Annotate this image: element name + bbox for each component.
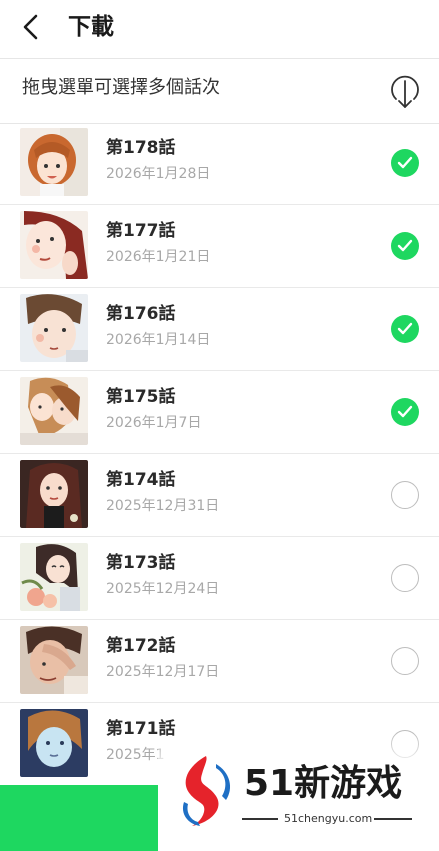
episode-row[interactable]: 第172話 2025年12月17日 xyxy=(0,620,439,703)
episode-row[interactable]: 第178話 2026年1月28日 xyxy=(0,122,439,205)
checkmark-icon xyxy=(397,156,413,169)
episode-row[interactable]: 第177話 2026年1月21日 xyxy=(0,205,439,288)
green-banner-block xyxy=(0,785,158,851)
watermark-divider xyxy=(374,818,412,820)
episode-thumbnail xyxy=(20,709,88,777)
episode-date: 2026年1月21日 xyxy=(106,249,211,265)
watermark-brand: 51新游戏 xyxy=(244,763,403,804)
episode-select-toggle[interactable] xyxy=(391,149,419,177)
download-button[interactable] xyxy=(388,71,422,111)
episode-select-toggle[interactable] xyxy=(391,564,419,592)
episode-date: 2025年1 xyxy=(106,747,165,763)
episode-list: 第178話 2026年1月28日 第177話 2026年1月21日 第176話 … xyxy=(0,122,439,785)
episode-date: 2025年12月31日 xyxy=(106,498,220,514)
episode-thumbnail xyxy=(20,626,88,694)
drag-select-hint: 拖曳選單可選擇多個話次 xyxy=(22,77,220,98)
episode-date: 2026年1月7日 xyxy=(106,415,202,431)
episode-row[interactable]: 第176話 2026年1月14日 xyxy=(0,288,439,371)
checkmark-icon xyxy=(397,239,413,252)
episode-date: 2026年1月28日 xyxy=(106,166,211,182)
episode-row[interactable]: 第175話 2026年1月7日 xyxy=(0,371,439,454)
checkmark-icon xyxy=(397,405,413,418)
page-title: 下載 xyxy=(68,14,114,40)
episode-title: 第178話 xyxy=(106,138,176,158)
watermark-logo-icon xyxy=(182,756,231,826)
episode-title: 第172話 xyxy=(106,636,176,656)
episode-thumbnail xyxy=(20,211,88,279)
episode-row[interactable]: 第174話 2025年12月31日 xyxy=(0,454,439,537)
site-watermark: 51新游戏 51chengyu.com xyxy=(176,752,426,832)
episode-title: 第175話 xyxy=(106,387,176,407)
episode-thumbnail xyxy=(20,543,88,611)
episode-thumbnail xyxy=(20,377,88,445)
top-bar: 下載 xyxy=(0,0,439,58)
episode-thumbnail xyxy=(20,128,88,196)
episode-date: 2025年12月24日 xyxy=(106,581,220,597)
chevron-left-icon xyxy=(23,14,38,40)
episode-thumbnail xyxy=(20,460,88,528)
episode-select-toggle[interactable] xyxy=(391,315,419,343)
checkmark-icon xyxy=(397,322,413,335)
watermark-url: 51chengyu.com xyxy=(284,812,373,825)
watermark-divider xyxy=(242,818,278,820)
episode-date: 2025年12月17日 xyxy=(106,664,220,680)
episode-title: 第174話 xyxy=(106,470,176,490)
episode-select-toggle[interactable] xyxy=(391,232,419,260)
download-arrow-icon xyxy=(391,75,419,108)
episode-title: 第176話 xyxy=(106,304,176,324)
episode-select-toggle[interactable] xyxy=(391,398,419,426)
episode-select-toggle[interactable] xyxy=(391,647,419,675)
selection-hint-bar: 拖曳選單可選擇多個話次 xyxy=(0,58,439,124)
back-button[interactable] xyxy=(14,10,48,44)
episode-row[interactable]: 第173話 2025年12月24日 xyxy=(0,537,439,620)
episode-date: 2026年1月14日 xyxy=(106,332,211,348)
episode-title: 第173話 xyxy=(106,553,176,573)
episode-select-toggle[interactable] xyxy=(391,481,419,509)
episode-title: 第177話 xyxy=(106,221,176,241)
episode-thumbnail xyxy=(20,294,88,362)
